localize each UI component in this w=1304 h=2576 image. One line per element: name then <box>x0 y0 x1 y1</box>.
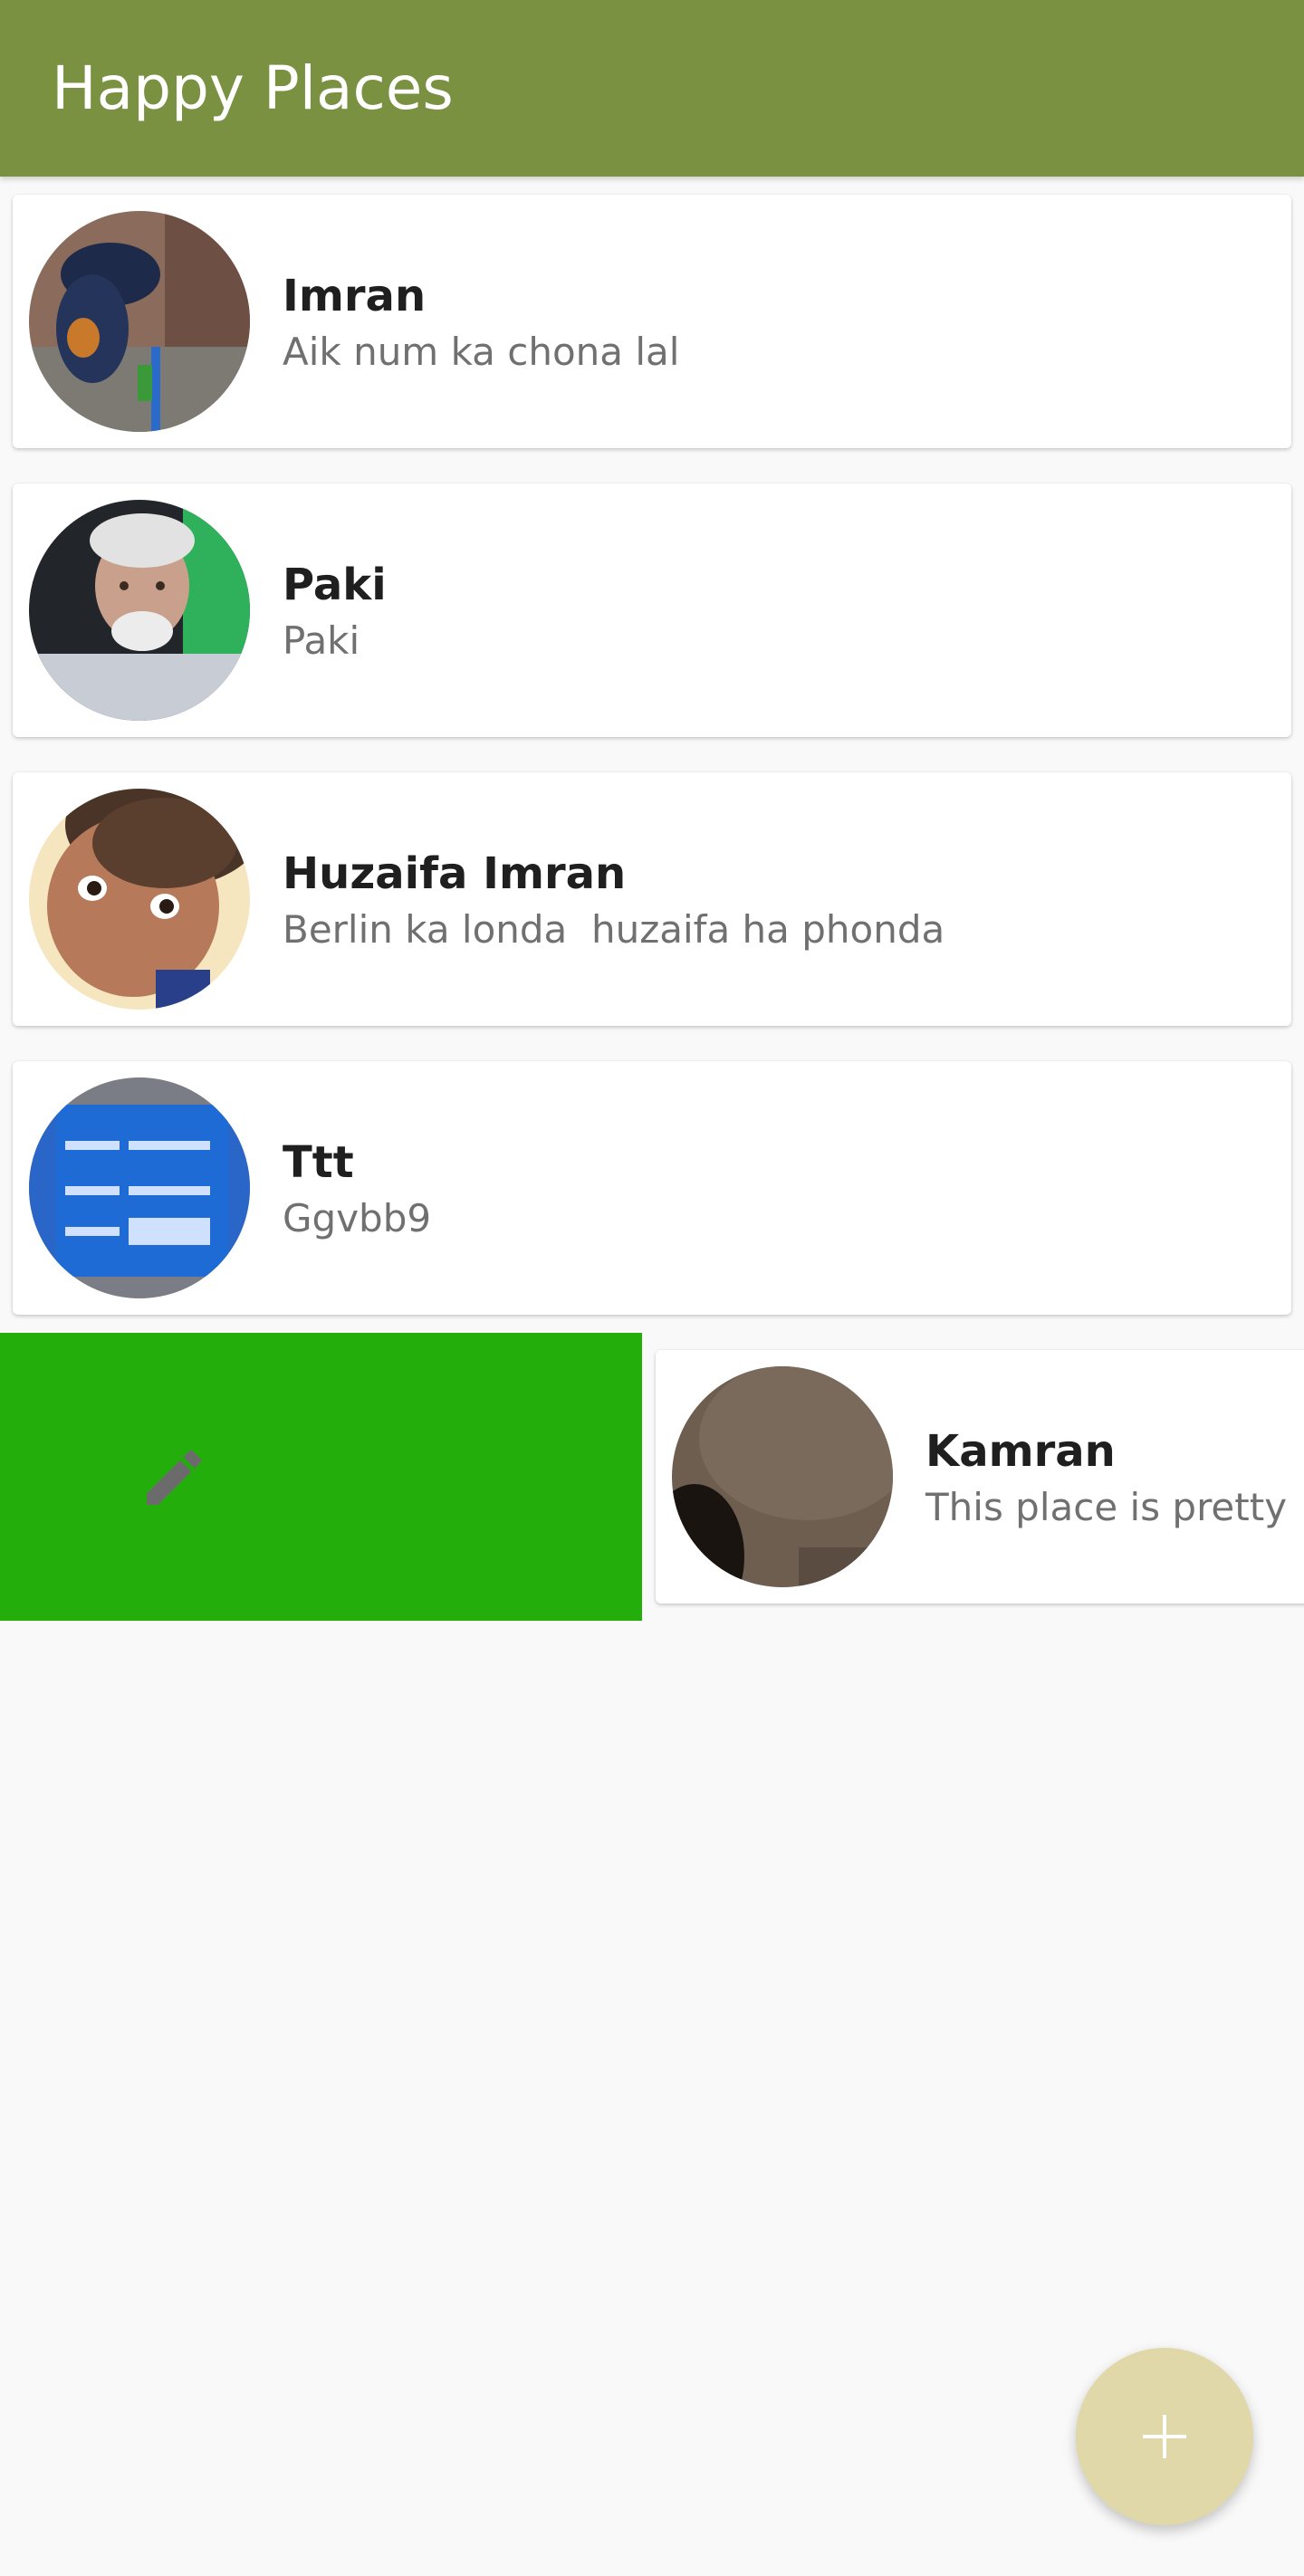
app-title: Happy Places <box>52 53 454 123</box>
add-icon <box>1143 2415 1186 2458</box>
place-description: This place is pretty <box>925 1485 1288 1529</box>
place-card-ttt[interactable]: Ttt Ggvbb9 <box>13 1061 1291 1315</box>
place-title: Imran <box>283 271 427 321</box>
place-title: Ttt <box>283 1137 354 1188</box>
place-image <box>29 211 250 432</box>
place-image <box>29 500 250 721</box>
place-description: Berlin ka londa huzaifa ha phonda <box>283 907 945 952</box>
add-place-button[interactable] <box>1076 2348 1253 2525</box>
place-image <box>29 1077 250 1298</box>
place-card-paki[interactable]: Paki Paki <box>13 484 1291 737</box>
swipe-edit-background[interactable] <box>0 1333 642 1621</box>
place-description: Ggvbb9 <box>283 1196 432 1240</box>
place-card-kamran[interactable]: Kamran This place is pretty <box>656 1350 1304 1604</box>
app-bar: Happy Places <box>0 0 1304 177</box>
place-title: Paki <box>283 560 387 610</box>
place-description: Paki <box>283 618 360 663</box>
place-image <box>29 789 250 1010</box>
place-description: Aik num ka chona lal <box>283 330 680 374</box>
place-card-huzaifa-imran[interactable]: Huzaifa Imran Berlin ka londa huzaifa ha… <box>13 772 1291 1026</box>
place-title: Kamran <box>925 1426 1116 1477</box>
edit-icon[interactable] <box>138 1441 210 1514</box>
place-card-imran[interactable]: Imran Aik num ka chona lal <box>13 195 1291 448</box>
place-title: Huzaifa Imran <box>283 848 627 899</box>
place-image <box>672 1366 893 1587</box>
